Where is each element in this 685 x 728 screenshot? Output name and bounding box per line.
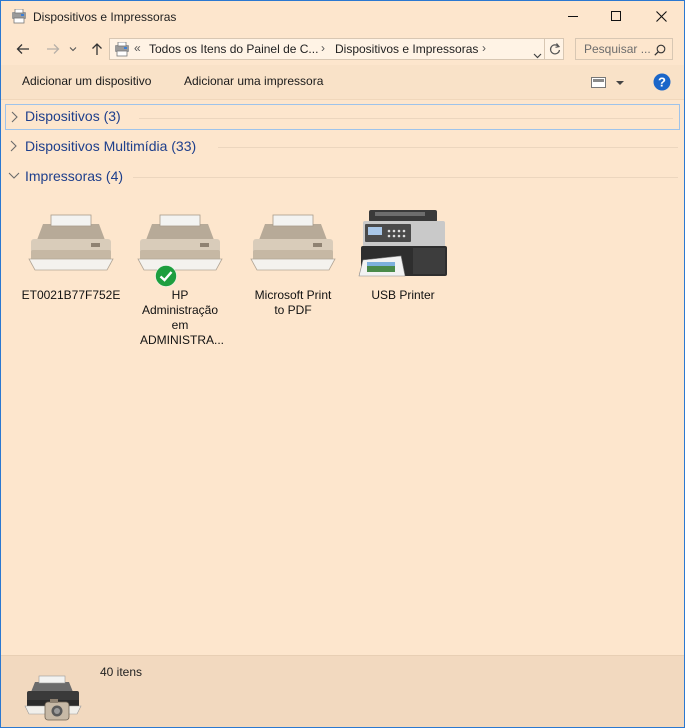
title-bar[interactable]: Dispositivos e Impressoras [1,1,684,33]
close-icon [655,10,667,22]
maximize-icon [611,11,621,21]
printer-item[interactable]: USB Printer [353,206,453,303]
forward-arrow-icon [47,44,60,54]
location-icon [114,41,130,62]
maximize-button[interactable] [593,1,639,31]
forward-button[interactable] [41,39,65,59]
devices-printers-large-icon [23,674,83,724]
chevron-right-icon[interactable] [11,111,18,123]
search-input[interactable]: Pesquisar ... [584,42,651,56]
breadcrumb-separator[interactable]: › [321,41,325,55]
devices-printers-icon [11,8,27,24]
minimize-icon [568,16,578,17]
printer-label: Microsoft Print to PDF [254,288,332,317]
group-header-multimedia[interactable]: Dispositivos Multimídia (33) [1,134,684,160]
breadcrumb-control-panel[interactable]: Todos os Itens do Painel de C... [149,42,318,56]
printer-icon [130,210,230,287]
printer-label: HP Administração em ADMINISTRA... [140,288,225,347]
group-label: Impressoras (4) [25,168,124,184]
item-count: 40 itens [100,665,143,679]
printer-item[interactable]: HP Administração em ADMINISTRA... [130,210,230,348]
address-bar[interactable]: « Todos os Itens do Painel de C... › Dis… [109,38,564,60]
group-divider [133,177,678,178]
default-printer-check-icon [155,265,177,292]
address-dropdown-icon[interactable] [533,46,542,64]
command-bar: Adicionar um dispositivo Adicionar uma i… [1,65,684,100]
search-icon [654,43,666,61]
group-header-printers[interactable]: Impressoras (4) [1,164,684,190]
help-button[interactable]: ? [653,73,671,96]
printer-label: USB Printer [371,288,435,302]
up-button[interactable] [85,39,109,59]
add-printer-button[interactable]: Adicionar uma impressora [184,74,323,88]
breadcrumb-separator[interactable]: › [482,41,486,55]
chevron-right-icon[interactable] [10,140,17,152]
change-view-button[interactable] [591,76,625,94]
search-box[interactable]: Pesquisar ... [575,38,673,60]
devices-view: Dispositivos (3) Dispositivos Multimídia… [1,100,684,655]
add-device-button[interactable]: Adicionar um dispositivo [22,74,151,88]
printer-item[interactable]: Microsoft Print to PDF [243,210,343,318]
group-header-devices[interactable]: Dispositivos (3) [5,104,680,130]
navigation-bar: « Todos os Itens do Painel de C... › Dis… [1,33,684,65]
minimize-button[interactable] [550,1,596,31]
breadcrumb-devices-printers[interactable]: Dispositivos e Impressoras [335,42,478,56]
recent-locations-button[interactable] [65,39,81,59]
group-label: Dispositivos Multimídia (33) [25,138,197,154]
status-bar: 40 itens [1,655,684,727]
refresh-icon[interactable] [549,42,561,61]
group-label: Dispositivos (3) [25,108,121,124]
multifunction-printer-icon [353,206,453,286]
printer-item[interactable]: ET0021B77F752E [21,210,121,303]
printer-label: ET0021B77F752E [21,288,121,302]
close-button[interactable] [638,1,684,31]
address-divider [544,39,545,59]
window-title: Dispositivos e Impressoras [33,10,177,24]
printer-icon [21,210,121,286]
group-divider [139,118,673,119]
printer-icon [243,210,343,286]
chevron-down-icon [69,47,77,52]
view-icon [591,77,624,88]
svg-text:?: ? [658,75,666,90]
chevron-down-icon[interactable] [8,172,20,179]
up-arrow-icon [92,43,102,55]
devices-printers-window: Dispositivos e Impressoras « Todos os It… [0,0,685,728]
help-icon: ? [653,73,671,91]
back-button[interactable] [11,39,35,59]
back-arrow-icon [16,44,29,54]
overflow-crumb-button[interactable]: « [134,41,141,55]
group-divider [218,147,678,148]
